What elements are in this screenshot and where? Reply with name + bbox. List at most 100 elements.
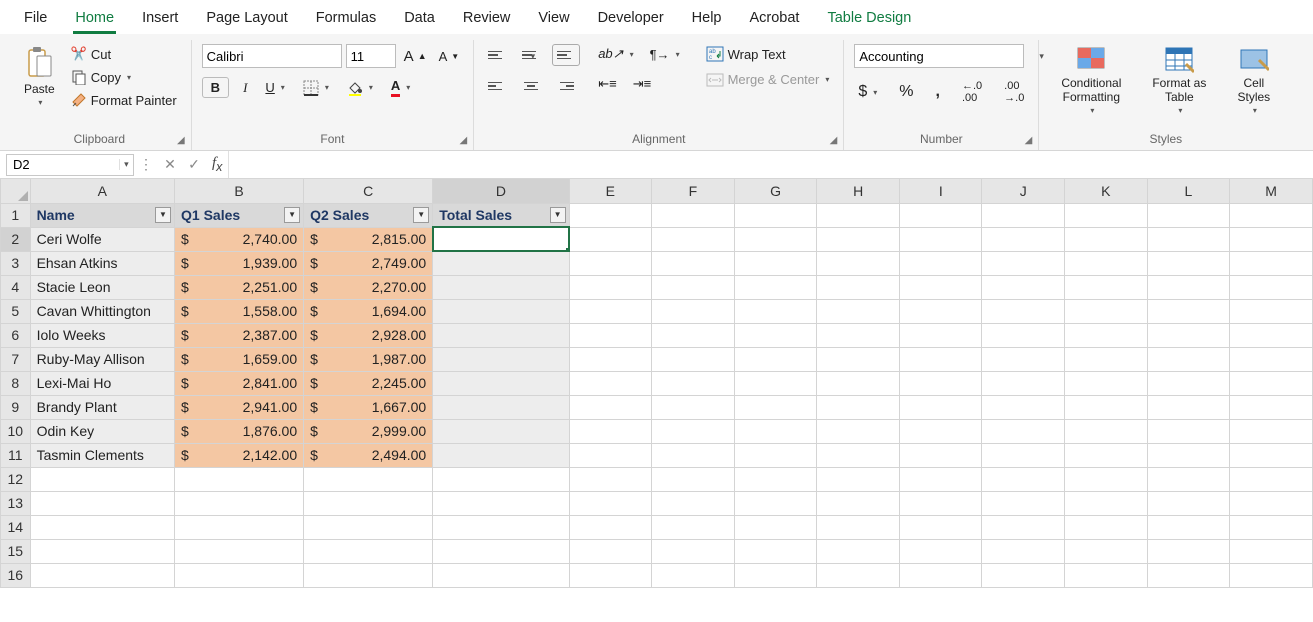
- col-header-G[interactable]: G: [734, 179, 817, 203]
- cell-L12[interactable]: [1147, 467, 1230, 491]
- cell-M1[interactable]: [1230, 203, 1313, 227]
- cell-K10[interactable]: [1065, 419, 1148, 443]
- cell-H4[interactable]: [817, 275, 900, 299]
- cell-J1[interactable]: [982, 203, 1065, 227]
- cell-C2[interactable]: $2,815.00: [304, 227, 433, 251]
- menu-developer[interactable]: Developer: [584, 4, 678, 34]
- cell-M8[interactable]: [1230, 371, 1313, 395]
- cell-L3[interactable]: [1147, 251, 1230, 275]
- row-header-8[interactable]: 8: [1, 371, 31, 395]
- cell-J9[interactable]: [982, 395, 1065, 419]
- cell-B2[interactable]: $2,740.00: [175, 227, 304, 251]
- cell-D12[interactable]: [433, 467, 569, 491]
- filter-button[interactable]: ▼: [284, 207, 300, 223]
- fill-color-button[interactable]: ▾: [343, 78, 377, 98]
- name-box-input[interactable]: [7, 157, 119, 172]
- cell-I12[interactable]: [900, 467, 982, 491]
- cell-F14[interactable]: [652, 515, 735, 539]
- cell-D4[interactable]: [433, 275, 569, 299]
- cell-H2[interactable]: [817, 227, 900, 251]
- cell-K6[interactable]: [1065, 323, 1148, 347]
- align-left-button[interactable]: [484, 76, 510, 96]
- row-header-1[interactable]: 1: [1, 203, 31, 227]
- row-header-11[interactable]: 11: [1, 443, 31, 467]
- cell-D9[interactable]: [433, 395, 569, 419]
- cell-K7[interactable]: [1065, 347, 1148, 371]
- cell-M7[interactable]: [1230, 347, 1313, 371]
- cell-M9[interactable]: [1230, 395, 1313, 419]
- font-name-select[interactable]: ▾: [202, 44, 342, 68]
- align-center-button[interactable]: [518, 76, 544, 96]
- cell-H10[interactable]: [817, 419, 900, 443]
- cell-B7[interactable]: $1,659.00: [175, 347, 304, 371]
- cell-F6[interactable]: [652, 323, 735, 347]
- format-as-table-button[interactable]: Format as Table▾: [1143, 44, 1215, 117]
- dialog-launcher-icon[interactable]: ◢: [830, 135, 838, 146]
- cell-K4[interactable]: [1065, 275, 1148, 299]
- cell-D8[interactable]: [433, 371, 569, 395]
- cell-A1[interactable]: Name▼: [30, 203, 174, 227]
- cell-L11[interactable]: [1147, 443, 1230, 467]
- cell-M5[interactable]: [1230, 299, 1313, 323]
- cell-E12[interactable]: [569, 467, 652, 491]
- cell-I13[interactable]: [900, 491, 982, 515]
- cell-L6[interactable]: [1147, 323, 1230, 347]
- cell-L2[interactable]: [1147, 227, 1230, 251]
- cell-K14[interactable]: [1065, 515, 1148, 539]
- italic-button[interactable]: I: [239, 78, 251, 98]
- rtl-button[interactable]: ¶→▾: [646, 45, 684, 64]
- cell-L16[interactable]: [1147, 563, 1230, 587]
- cell-J5[interactable]: [982, 299, 1065, 323]
- menu-page-layout[interactable]: Page Layout: [192, 4, 301, 34]
- cell-D1[interactable]: Total Sales▼: [433, 203, 569, 227]
- col-header-I[interactable]: I: [900, 179, 982, 203]
- cell-H8[interactable]: [817, 371, 900, 395]
- increase-font-button[interactable]: A▲: [400, 46, 431, 67]
- menu-home[interactable]: Home: [61, 4, 128, 34]
- cell-K8[interactable]: [1065, 371, 1148, 395]
- cell-A10[interactable]: Odin Key: [30, 419, 174, 443]
- decrease-font-button[interactable]: A▼: [435, 47, 464, 66]
- cell-D16[interactable]: [433, 563, 569, 587]
- menu-insert[interactable]: Insert: [128, 4, 192, 34]
- cell-F2[interactable]: [652, 227, 735, 251]
- cell-J8[interactable]: [982, 371, 1065, 395]
- cell-L14[interactable]: [1147, 515, 1230, 539]
- row-header-12[interactable]: 12: [1, 467, 31, 491]
- col-header-J[interactable]: J: [982, 179, 1065, 203]
- cell-L15[interactable]: [1147, 539, 1230, 563]
- font-size-select[interactable]: ▾: [346, 44, 396, 68]
- cell-C16[interactable]: [304, 563, 433, 587]
- row-header-14[interactable]: 14: [1, 515, 31, 539]
- row-header-13[interactable]: 13: [1, 491, 31, 515]
- cell-G4[interactable]: [734, 275, 817, 299]
- cell-C7[interactable]: $1,987.00: [304, 347, 433, 371]
- cell-D7[interactable]: [433, 347, 569, 371]
- cell-I2[interactable]: [900, 227, 982, 251]
- cell-G2[interactable]: [734, 227, 817, 251]
- cell-G15[interactable]: [734, 539, 817, 563]
- cell-A11[interactable]: Tasmin Clements: [30, 443, 174, 467]
- cell-D10[interactable]: [433, 419, 569, 443]
- cell-F13[interactable]: [652, 491, 735, 515]
- cell-J10[interactable]: [982, 419, 1065, 443]
- cell-I10[interactable]: [900, 419, 982, 443]
- cell-E8[interactable]: [569, 371, 652, 395]
- cell-M10[interactable]: [1230, 419, 1313, 443]
- cell-K5[interactable]: [1065, 299, 1148, 323]
- merge-center-button[interactable]: Merge & Center ▾: [702, 70, 834, 89]
- cell-H5[interactable]: [817, 299, 900, 323]
- cell-A8[interactable]: Lexi-Mai Ho: [30, 371, 174, 395]
- cell-C11[interactable]: $2,494.00: [304, 443, 433, 467]
- cell-I6[interactable]: [900, 323, 982, 347]
- cell-J16[interactable]: [982, 563, 1065, 587]
- col-header-L[interactable]: L: [1147, 179, 1230, 203]
- cell-L13[interactable]: [1147, 491, 1230, 515]
- cell-D3[interactable]: [433, 251, 569, 275]
- cell-G16[interactable]: [734, 563, 817, 587]
- wrap-text-button[interactable]: abc Wrap Text: [702, 44, 834, 64]
- dialog-launcher-icon[interactable]: ◢: [1025, 135, 1033, 146]
- cell-I1[interactable]: [900, 203, 982, 227]
- cell-G3[interactable]: [734, 251, 817, 275]
- cell-B13[interactable]: [175, 491, 304, 515]
